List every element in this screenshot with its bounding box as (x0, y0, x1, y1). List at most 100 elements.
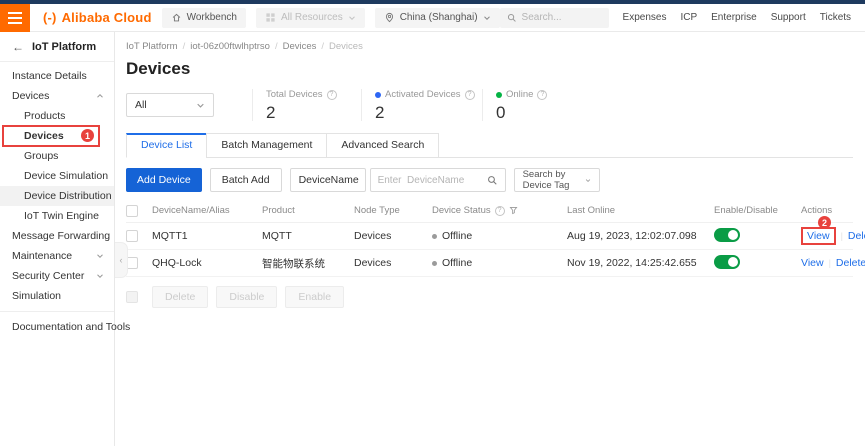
topnav-link-enterprise[interactable]: Enterprise (711, 12, 757, 23)
sidebar-item-devices-group[interactable]: Devices (0, 86, 114, 106)
workbench-button[interactable]: Workbench (161, 7, 246, 28)
breadcrumb-current: Devices (329, 41, 363, 52)
sidebar-item-iot-twin-engine[interactable]: IoT Twin Engine (0, 206, 114, 226)
stat-activated-devices-value: 2 (375, 103, 385, 122)
sidebar-item-groups[interactable]: Groups (0, 146, 114, 166)
device-search-input[interactable] (377, 174, 487, 186)
sidebar-collapse-handle[interactable]: ‹ (115, 242, 128, 278)
search-icon[interactable] (487, 175, 498, 186)
bulk-select-checkbox[interactable] (126, 291, 138, 303)
chevron-down-icon (97, 274, 103, 278)
sidebar-item-documentation-and-tools[interactable]: Documentation and Tools (0, 317, 130, 337)
cell-device-status: Offline (432, 257, 567, 269)
cell-device-name[interactable]: MQTT1 (152, 230, 262, 242)
offline-dot (432, 233, 437, 239)
stat-online: Online ? 0 (482, 89, 570, 121)
bulk-actions-bar: Delete Disable Enable (126, 286, 853, 308)
sidebar-item-maintenance[interactable]: Maintenance (0, 246, 114, 266)
annotation-box-2: View 2 (801, 216, 836, 245)
col-devicename: DeviceName/Alias (152, 205, 230, 216)
select-all-checkbox[interactable] (126, 204, 138, 217)
sidebar-item-device-simulation[interactable]: Device Simulation (0, 166, 114, 186)
topnav-link-tickets[interactable]: Tickets (820, 12, 851, 23)
stats-row: All Total Devices ? 2 Activated Devices … (126, 89, 853, 121)
cell-enable-toggle (714, 227, 801, 245)
row-checkbox[interactable] (126, 230, 138, 242)
help-circle-icon[interactable]: ? (326, 89, 337, 100)
sidebar-item-message-forwarding[interactable]: Message Forwarding (0, 226, 114, 246)
filter-funnel-icon[interactable] (509, 206, 518, 215)
col-product: Product (262, 205, 295, 216)
bulk-delete-button[interactable]: Delete (152, 286, 209, 308)
grid-icon (266, 13, 275, 22)
device-table: DeviceName/Alias Product Node Type Devic… (126, 199, 865, 277)
view-link[interactable]: View (801, 257, 824, 269)
cell-actions: View | Delete (801, 257, 865, 269)
device-tag-search-dropdown[interactable]: Search by Device Tag (513, 168, 600, 192)
logo-mark-icon: (-) (43, 10, 57, 25)
chevron-down-icon (348, 15, 355, 20)
sidebar-item-products[interactable]: Products (0, 106, 114, 126)
search-icon (507, 13, 516, 22)
tab-batch-management[interactable]: Batch Management (206, 133, 328, 158)
back-arrow-icon[interactable]: ← (12, 40, 24, 54)
chevron-down-icon (585, 178, 590, 182)
topnav-link-icp[interactable]: ICP (680, 12, 697, 23)
sidebar-item-simulation[interactable]: Simulation (0, 286, 114, 306)
batch-add-button[interactable]: Batch Add (209, 168, 282, 192)
chevron-up-icon (97, 94, 103, 98)
online-dot (496, 91, 502, 98)
tab-bar: Device List Batch Management Advanced Se… (126, 133, 853, 158)
bulk-disable-button[interactable]: Disable (216, 286, 278, 308)
topnav-icon-group: ? (857, 11, 865, 24)
view-link[interactable]: View (807, 230, 830, 242)
cell-actions: View 2 | Delete (801, 216, 865, 245)
help-circle-icon[interactable]: ? (464, 89, 475, 100)
cell-product: 智能物联系统 (262, 257, 325, 270)
cell-last-online: Aug 19, 2023, 12:02:07.098 (567, 230, 697, 242)
location-pin-icon (385, 13, 393, 23)
stat-online-value: 0 (496, 103, 506, 122)
cell-enable-toggle (714, 254, 801, 272)
search-field-dropdown[interactable]: DeviceName (289, 168, 366, 192)
device-filter-dropdown[interactable]: All (126, 93, 214, 117)
annotation-badge-2: 2 (818, 216, 831, 229)
help-circle-icon[interactable]: ? (494, 205, 505, 216)
activated-dot (375, 91, 381, 98)
hamburger-menu-icon[interactable] (0, 3, 30, 32)
delete-link[interactable]: Delete (848, 230, 865, 242)
topnav-link-expenses[interactable]: Expenses (623, 12, 667, 23)
alibaba-cloud-logo[interactable]: (-) Alibaba Cloud (43, 10, 152, 25)
sidebar-title: IoT Platform (32, 40, 97, 53)
cell-device-name[interactable]: QHQ-Lock (152, 257, 262, 269)
sidebar-item-security-center[interactable]: Security Center (0, 266, 114, 286)
annotation-badge-1: 1 (81, 129, 94, 142)
page-title: Devices (126, 59, 191, 78)
sidebar-menu: Instance Details Devices Products Device… (0, 62, 130, 337)
bulk-enable-button[interactable]: Enable (285, 286, 345, 308)
all-resources-dropdown[interactable]: All Resources (256, 7, 365, 28)
add-device-button[interactable]: Add Device (126, 168, 202, 192)
tab-device-list[interactable]: Device List (126, 133, 208, 158)
breadcrumb-instance-id[interactable]: iot-06z00ftwlhptrso (190, 41, 270, 52)
col-actions: Actions (801, 205, 833, 216)
delete-link[interactable]: Delete (836, 257, 865, 269)
enable-toggle[interactable] (714, 227, 740, 242)
help-circle-icon[interactable]: ? (537, 89, 548, 100)
global-search-input[interactable] (521, 12, 602, 23)
device-toolbar: Add Device Batch Add DeviceName Search b… (126, 168, 853, 192)
device-search-box (369, 168, 506, 192)
table-row: MQTT1 MQTT Devices Offline Aug 19, 2023,… (126, 216, 865, 250)
sidebar-item-devices[interactable]: Devices 1 (0, 125, 114, 147)
region-selector[interactable]: China (Shanghai) (374, 7, 500, 28)
breadcrumb-iot-platform[interactable]: IoT Platform (126, 41, 178, 52)
sidebar-item-device-distribution[interactable]: Device Distribution (0, 186, 114, 206)
col-device-status: Device Status ? (432, 205, 567, 216)
sidebar-item-instance-details[interactable]: Instance Details (0, 66, 114, 86)
tab-advanced-search[interactable]: Advanced Search (326, 133, 440, 158)
topnav-link-support[interactable]: Support (771, 12, 806, 23)
sidebar-header: ← IoT Platform (0, 32, 114, 62)
top-navigation-bar: (-) Alibaba Cloud Workbench All Resource… (0, 3, 865, 32)
breadcrumb-devices[interactable]: Devices (283, 41, 317, 52)
enable-toggle[interactable] (714, 254, 740, 269)
